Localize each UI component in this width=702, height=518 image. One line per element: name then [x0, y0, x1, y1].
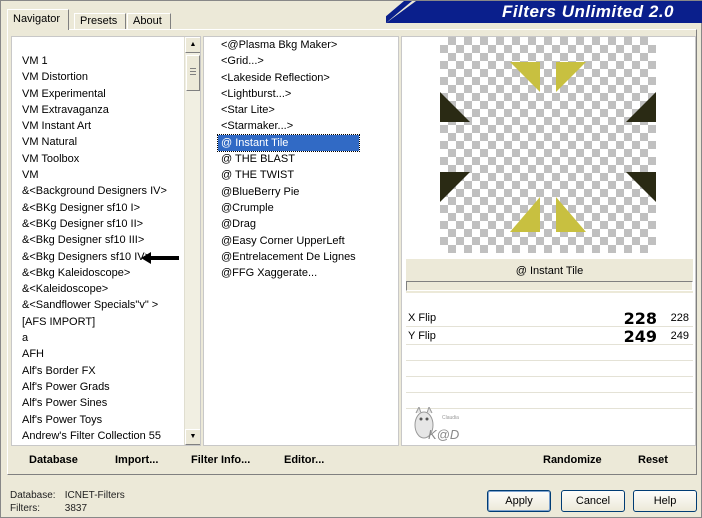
param-value-small: 228	[670, 312, 689, 324]
tab-navigator[interactable]: Navigator	[7, 9, 69, 30]
category-item[interactable]: &<Background Designers IV>	[12, 183, 182, 199]
category-item[interactable]: Andrew's Filter Collection 55	[12, 428, 182, 444]
param-y-flip[interactable]: Y Flip 249 249	[406, 327, 693, 346]
category-item[interactable]: Alf's Power Sines	[12, 395, 182, 411]
preview-triangle	[626, 172, 656, 202]
category-item[interactable]: VM	[12, 167, 182, 183]
filter-item[interactable]: <@Plasma Bkg Maker>	[218, 37, 359, 53]
category-item[interactable]: VM Extravaganza	[12, 102, 182, 118]
apply-button[interactable]: Apply	[487, 490, 551, 512]
filter-name-bar: @ Instant Tile	[406, 259, 693, 293]
logo-small-text: Claudia	[442, 415, 459, 421]
category-item[interactable]: &<Kaleidoscope>	[12, 281, 182, 297]
preview-triangle	[626, 92, 656, 122]
category-item[interactable]: a	[12, 330, 182, 346]
category-item[interactable]: &<Bkg Kaleidoscope>	[12, 265, 182, 281]
parameters-area: X Flip 228 228 Y Flip 249 249	[406, 309, 693, 409]
filter-item[interactable]: @Drag	[218, 216, 359, 232]
filter-item[interactable]: <Star Lite>	[218, 102, 359, 118]
category-item[interactable]: AFH	[12, 346, 182, 362]
preview-triangle	[510, 197, 540, 232]
preview-triangle	[510, 62, 540, 92]
tab-about[interactable]: About	[127, 13, 171, 29]
logo-text: K@D	[428, 427, 459, 442]
editor-button[interactable]: Editor...	[284, 454, 324, 466]
filters-count-label: Filters:	[10, 503, 40, 514]
empty-param-row	[406, 361, 693, 377]
reset-button[interactable]: Reset	[638, 454, 668, 466]
filter-item[interactable]: <Grid...>	[218, 53, 359, 69]
preview-triangle	[440, 92, 470, 122]
filter-item[interactable]: @FFG Xaggerate...	[218, 265, 359, 281]
filter-item[interactable]: <Lightburst...>	[218, 86, 359, 102]
category-item[interactable]: &<Bkg Designer sf10 III>	[12, 232, 182, 248]
database-label: Database:	[10, 490, 56, 501]
param-value: 228	[623, 309, 657, 328]
pointer-arrow-icon	[141, 252, 179, 264]
filter-item[interactable]: @Easy Corner UpperLeft	[218, 233, 359, 249]
filter-item[interactable]: @Crumple	[218, 200, 359, 216]
filter-item[interactable]: @ THE BLAST	[218, 151, 359, 167]
param-value-small: 249	[670, 330, 689, 342]
filters-count-value: 3837	[64, 503, 88, 514]
banner-title: Filters Unlimited 2.0	[501, 2, 674, 21]
filter-item[interactable]: @Entrelacement De Lignes	[218, 249, 359, 265]
param-x-flip[interactable]: X Flip 228 228	[406, 309, 693, 328]
category-item[interactable]: VM Toolbox	[12, 151, 182, 167]
category-scrollbar[interactable]: ▲ ▼	[184, 37, 200, 445]
category-item[interactable]: VM Instant Art	[12, 118, 182, 134]
category-list[interactable]: VM 1 VM Distortion VM Experimental VM Extra…	[11, 36, 201, 446]
cancel-button[interactable]: Cancel	[561, 490, 625, 512]
preview-image	[440, 37, 656, 253]
database-button[interactable]: Database	[29, 454, 78, 466]
param-value: 249	[623, 327, 657, 346]
category-item[interactable]: VM Distortion	[12, 69, 182, 85]
scroll-thumb[interactable]	[186, 55, 200, 91]
category-item[interactable]: Alf's Power Toys	[12, 412, 182, 428]
filter-item[interactable]: <Starmaker...>	[218, 118, 359, 134]
category-item[interactable]: Andrew's Filter Collection 56	[12, 444, 182, 445]
preview-triangle	[556, 197, 586, 232]
randomize-button[interactable]: Randomize	[543, 454, 602, 466]
filter-list[interactable]: <@Plasma Bkg Maker> <Grid...> <Lakeside Re…	[203, 36, 399, 446]
scroll-down-button[interactable]: ▼	[185, 429, 200, 445]
import-button[interactable]: Import...	[115, 454, 158, 466]
param-label: Y Flip	[408, 330, 436, 342]
filter-info-button[interactable]: Filter Info...	[191, 454, 250, 466]
category-item[interactable]: &<BKg Designer sf10 I>	[12, 200, 182, 216]
empty-param-row	[406, 377, 693, 393]
database-value: ICNET-Filters	[64, 490, 125, 501]
category-item[interactable]: &<Sandflower Specials"v" >	[12, 297, 182, 313]
filter-item[interactable]: @ THE TWIST	[218, 167, 359, 183]
kad-logo: K@D Claudia	[414, 407, 459, 442]
param-label: X Flip	[408, 312, 437, 324]
help-button[interactable]: Help	[633, 490, 697, 512]
preview-pane: @ Instant Tile X Flip 228 228 Y Flip 249…	[401, 36, 696, 446]
category-item[interactable]: Alf's Border FX	[12, 363, 182, 379]
filter-item[interactable]: <Lakeside Reflection>	[218, 70, 359, 86]
category-item[interactable]: VM Natural	[12, 134, 182, 150]
title-banner: Filters Unlimited 2.0	[386, 1, 702, 23]
category-item[interactable]: VM Experimental	[12, 86, 182, 102]
category-item[interactable]: [AFS IMPORT]	[12, 314, 182, 330]
scroll-up-button[interactable]: ▲	[185, 37, 200, 53]
progress-bar	[406, 281, 693, 291]
filter-item[interactable]: @BlueBerry Pie	[218, 184, 359, 200]
tab-presets[interactable]: Presets	[74, 13, 126, 29]
left-button-bar: Database Import... Filter Info... Editor…	[11, 450, 399, 474]
preview-triangle	[440, 172, 470, 202]
selected-filter-name: @ Instant Tile	[515, 265, 584, 277]
empty-param-row	[406, 345, 693, 361]
footer-info: Database: ICNET-Filters Filters: 3837	[10, 489, 125, 515]
right-button-bar: Randomize Reset	[405, 450, 695, 474]
preview-triangle	[556, 62, 586, 92]
category-item[interactable]: Alf's Power Grads	[12, 379, 182, 395]
filters-unlimited-window: Navigator Presets About Filters Unlimite…	[0, 0, 702, 518]
category-item[interactable]: VM 1	[12, 53, 182, 69]
category-item[interactable]: &<BKg Designer sf10 II>	[12, 216, 182, 232]
preview-triangles	[440, 62, 656, 232]
filter-item[interactable]: @ Instant Tile	[217, 133, 360, 153]
